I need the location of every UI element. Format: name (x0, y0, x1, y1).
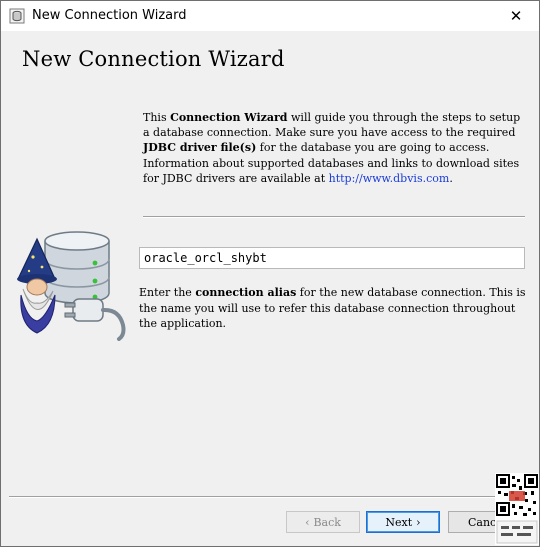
intro-text-1: This (143, 111, 171, 124)
intro-text: This Connection Wizard will guide you th… (143, 110, 528, 186)
window-title: New Connection Wizard (32, 8, 187, 23)
next-button[interactable]: Next › (366, 511, 440, 533)
close-icon: ✕ (509, 7, 523, 25)
wizard-content: New Connection Wizard This Connection Wi… (1, 31, 539, 546)
qr-code-icon (495, 473, 539, 545)
close-button[interactable]: ✕ (493, 1, 539, 31)
intro-text-5: . (449, 171, 453, 185)
intro-connection-wizard: Connection Wizard (170, 111, 288, 124)
alias-description: Enter the connection alias for the new d… (139, 285, 529, 332)
back-button-label: Back (313, 515, 341, 529)
back-arrow-icon: ‹ (305, 515, 310, 529)
alias-desc-bold: connection alias (195, 286, 297, 299)
back-button[interactable]: ‹ Back (286, 511, 360, 533)
intro-text-3: for the database you are going to access… (256, 141, 490, 155)
title-bar[interactable]: New Connection Wizard ✕ (1, 1, 539, 31)
separator-bottom (9, 496, 529, 498)
connection-alias-input[interactable]: oracle_orcl_shybt (139, 247, 525, 269)
next-arrow-icon: › (416, 515, 421, 529)
separator-top (143, 216, 525, 218)
wizard-window: New Connection Wizard ✕ New Connection W… (0, 0, 540, 547)
alias-desc-1: Enter the (139, 286, 196, 299)
next-button-label: Next (385, 515, 413, 529)
dbvis-link[interactable]: http://www.dbvis.com (329, 172, 450, 185)
database-icon (9, 8, 25, 24)
wizard-database-plug-icon (15, 229, 133, 341)
page-title: New Connection Wizard (22, 47, 285, 71)
intro-jdbc-driver: JDBC driver file(s) (143, 141, 257, 155)
